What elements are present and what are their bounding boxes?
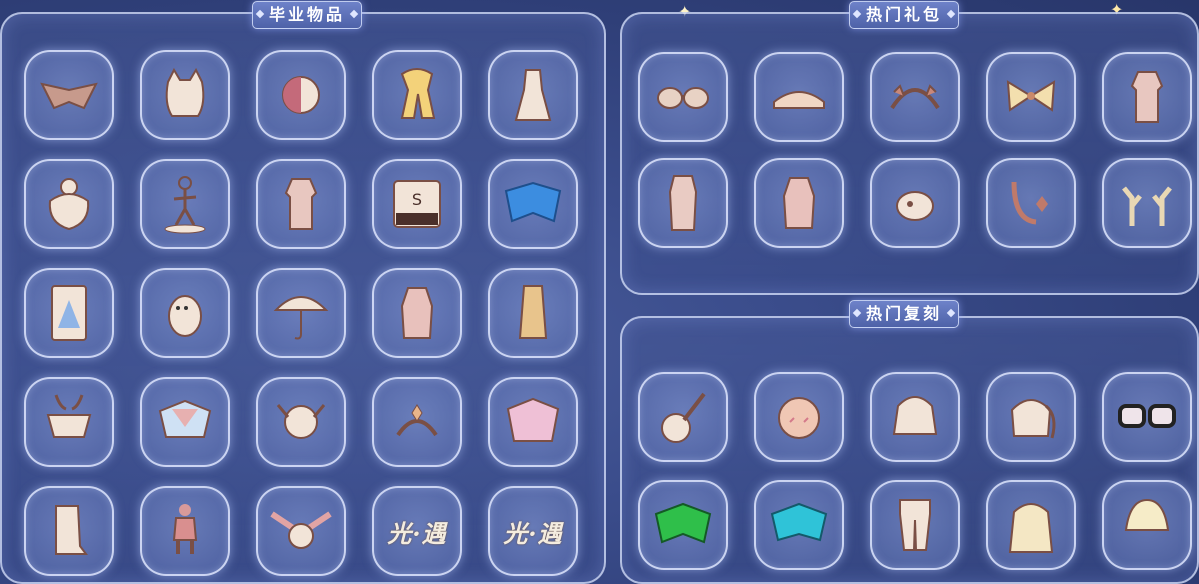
piano-icon: S bbox=[393, 180, 441, 228]
item-slot[interactable] bbox=[488, 159, 578, 249]
green-cape-icon bbox=[654, 502, 712, 544]
item-slot[interactable] bbox=[140, 159, 230, 249]
item-slot[interactable] bbox=[870, 158, 960, 248]
coat-icon bbox=[400, 287, 434, 339]
umbrella-icon bbox=[273, 296, 329, 340]
item-slot[interactable] bbox=[754, 480, 844, 570]
coat-icon bbox=[782, 177, 816, 229]
sunglasses-icon bbox=[657, 87, 709, 109]
item-slot[interactable]: S bbox=[372, 159, 462, 249]
item-slot[interactable] bbox=[870, 52, 960, 142]
face-mask-icon bbox=[778, 397, 820, 439]
item-slot[interactable] bbox=[986, 52, 1076, 142]
item-slot[interactable] bbox=[24, 50, 114, 140]
item-slot[interactable] bbox=[140, 377, 230, 467]
small-outfit-icon bbox=[172, 504, 198, 554]
hot-gifts-grid bbox=[638, 52, 1192, 248]
item-slot[interactable] bbox=[488, 50, 578, 140]
item-slot[interactable]: 光·遇 bbox=[488, 486, 578, 576]
pose-figure-icon bbox=[164, 176, 206, 234]
item-slot[interactable] bbox=[870, 480, 960, 570]
item-slot[interactable] bbox=[870, 372, 960, 462]
hot-reruns-title: 热门复刻 bbox=[849, 300, 960, 328]
crab-mask-icon bbox=[276, 404, 326, 439]
item-slot[interactable] bbox=[256, 486, 346, 576]
item-slot[interactable] bbox=[986, 372, 1076, 462]
hot-reruns-grid bbox=[638, 372, 1192, 570]
crown-headband-icon bbox=[396, 404, 438, 437]
item-slot[interactable] bbox=[24, 159, 114, 249]
pants-icon bbox=[899, 499, 931, 551]
pigtails-hair-icon bbox=[892, 396, 938, 435]
scarf-icon bbox=[400, 68, 436, 119]
robe-icon bbox=[518, 285, 548, 339]
hat-icon bbox=[773, 91, 825, 109]
item-slot[interactable] bbox=[256, 50, 346, 140]
moomin-icon bbox=[168, 295, 202, 337]
item-slot[interactable] bbox=[1102, 158, 1192, 248]
guitar-icon bbox=[661, 392, 706, 443]
item-slot[interactable] bbox=[140, 268, 230, 358]
antlers-icon bbox=[1122, 186, 1172, 226]
pink-cape-icon bbox=[506, 397, 560, 442]
item-slot[interactable] bbox=[754, 158, 844, 248]
hair-bun-icon bbox=[48, 178, 90, 231]
svg-text:S: S bbox=[412, 190, 422, 209]
item-slot[interactable] bbox=[754, 372, 844, 462]
item-slot[interactable] bbox=[1102, 372, 1192, 462]
item-slot[interactable] bbox=[372, 377, 462, 467]
item-slot[interactable] bbox=[140, 486, 230, 576]
outfit-icon bbox=[284, 178, 318, 230]
graduation-items-title: 毕业物品 bbox=[252, 1, 363, 29]
item-slot[interactable] bbox=[638, 158, 728, 248]
hair-ears-icon bbox=[165, 67, 205, 117]
item-slot[interactable] bbox=[986, 480, 1076, 570]
item-slot[interactable] bbox=[140, 50, 230, 140]
short-hair-icon bbox=[1124, 498, 1170, 531]
hot-gifts-title: 热门礼包 bbox=[849, 1, 960, 29]
item-slot[interactable] bbox=[24, 486, 114, 576]
item-slot[interactable] bbox=[372, 268, 462, 358]
item-slot[interactable] bbox=[638, 480, 728, 570]
item-slot[interactable] bbox=[754, 52, 844, 142]
outfit-icon bbox=[1130, 71, 1164, 123]
bow-icon bbox=[1006, 80, 1056, 112]
boots-icon bbox=[55, 505, 88, 555]
long-outfit-icon bbox=[668, 175, 698, 231]
cape-wings-icon bbox=[40, 82, 98, 110]
headband-icon bbox=[890, 84, 940, 110]
dress-icon bbox=[514, 69, 552, 121]
logo-icon: 光·遇 bbox=[503, 518, 563, 548]
item-slot[interactable] bbox=[372, 50, 462, 140]
mask-icon bbox=[282, 76, 320, 114]
item-slot[interactable] bbox=[24, 268, 114, 358]
item-slot[interactable] bbox=[986, 158, 1076, 248]
item-slot[interactable] bbox=[638, 52, 728, 142]
winged-mask-icon bbox=[270, 511, 332, 549]
blue-cape-icon bbox=[504, 181, 562, 223]
item-slot[interactable] bbox=[256, 159, 346, 249]
logo-icon: 光·遇 bbox=[387, 518, 447, 548]
tail-icon bbox=[1011, 181, 1048, 225]
graduation-items-grid: S 光·遇 光·遇 bbox=[24, 50, 578, 576]
item-slot[interactable] bbox=[488, 268, 578, 358]
card-icon bbox=[51, 285, 87, 341]
item-slot[interactable] bbox=[1102, 52, 1192, 142]
item-slot[interactable]: 光·遇 bbox=[372, 486, 462, 576]
deer-mask-icon bbox=[46, 394, 92, 438]
item-slot[interactable] bbox=[256, 377, 346, 467]
glasses-icon bbox=[1118, 404, 1176, 428]
spirit-icon bbox=[896, 191, 934, 221]
collar-cape-icon bbox=[158, 399, 212, 438]
item-slot[interactable] bbox=[488, 377, 578, 467]
item-slot[interactable] bbox=[1102, 480, 1192, 570]
item-slot[interactable] bbox=[256, 268, 346, 358]
cyan-cape-icon bbox=[770, 502, 828, 542]
long-hair-icon bbox=[1008, 503, 1054, 553]
ponytail-hair-icon bbox=[1010, 399, 1056, 439]
item-slot[interactable] bbox=[638, 372, 728, 462]
item-slot[interactable] bbox=[24, 377, 114, 467]
